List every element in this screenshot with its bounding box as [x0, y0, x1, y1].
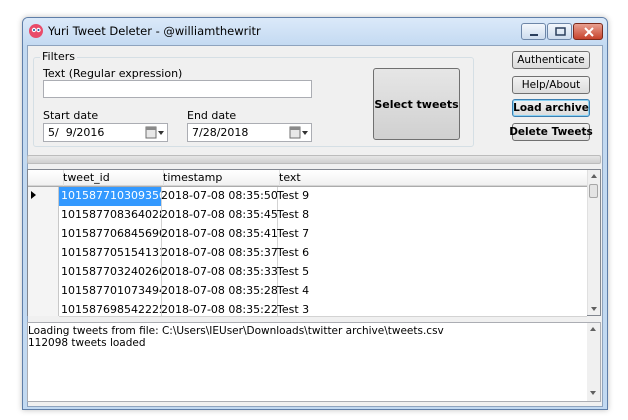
- column-header-tweet-id[interactable]: tweet_id: [59, 170, 164, 186]
- scroll-down-arrow-icon[interactable]: [590, 391, 596, 395]
- cell-tweet-id[interactable]: 1015877103093501952: [59, 187, 162, 206]
- cell-tweet-id[interactable]: 1015877051541311488: [59, 244, 162, 263]
- cell-timestamp[interactable]: 2018-07-08 08:35:28 +0000: [159, 282, 278, 301]
- table-row[interactable]: 1015877083640287232 2018-07-08 08:35:45 …: [59, 206, 587, 226]
- cell-tweet-id[interactable]: 1015877083640287232: [59, 206, 162, 225]
- app-bird-icon: [29, 24, 43, 38]
- start-date-label: Start date: [43, 109, 99, 122]
- text-filter-label: Text (Regular expression): [43, 67, 183, 80]
- current-row-arrow-icon: [31, 191, 36, 199]
- cell-tweet-id[interactable]: 1015876985422254080: [59, 301, 162, 316]
- text-regex-input[interactable]: [43, 80, 312, 98]
- minimize-icon: [530, 34, 538, 36]
- maximize-icon: [555, 27, 566, 36]
- close-button[interactable]: [573, 23, 603, 40]
- filters-group-label: Filters: [40, 50, 77, 63]
- scroll-up-arrow-icon[interactable]: [590, 327, 596, 331]
- end-date-value: 7/28/2018: [192, 126, 249, 139]
- table-row[interactable]: 1015877032402661377 2018-07-08 08:35:33 …: [59, 263, 587, 283]
- column-header-timestamp[interactable]: timestamp: [159, 170, 280, 186]
- cell-text[interactable]: Test 6: [275, 244, 589, 263]
- table-row[interactable]: 1015877010734944256 2018-07-08 08:35:28 …: [59, 282, 587, 302]
- log-vertical-scrollbar[interactable]: [587, 323, 600, 401]
- table-row[interactable]: 1015877068456906752 2018-07-08 08:35:41 …: [59, 225, 587, 245]
- progress-bar: [27, 155, 601, 164]
- cell-timestamp[interactable]: 2018-07-08 08:35:37 +0000: [159, 244, 278, 263]
- cell-text[interactable]: Test 5: [275, 263, 589, 282]
- load-archive-button[interactable]: Load archive: [512, 99, 590, 117]
- calendar-dropdown-icon[interactable]: [289, 126, 309, 139]
- table-row[interactable]: 1015876985422254080 2018-07-08 08:35:22 …: [59, 301, 587, 317]
- log-line: Loading tweets from file: C:\Users\IEUse…: [28, 325, 444, 337]
- authenticate-button[interactable]: Authenticate: [512, 51, 590, 69]
- cell-text[interactable]: Test 4: [275, 282, 589, 301]
- start-date-value: 5/ 9/2016: [48, 126, 105, 139]
- row-header-column: [28, 187, 59, 316]
- cell-timestamp[interactable]: 2018-07-08 08:35:33 +0000: [159, 263, 278, 282]
- help-about-button[interactable]: Help/About: [512, 76, 590, 94]
- cell-text[interactable]: Test 7: [275, 225, 589, 244]
- grid-scroll-thumb[interactable]: [589, 184, 598, 198]
- start-date-picker[interactable]: 5/ 9/2016: [43, 123, 168, 142]
- cell-timestamp[interactable]: 2018-07-08 08:35:41 +0000: [159, 225, 278, 244]
- cell-tweet-id[interactable]: 1015877032402661377: [59, 263, 162, 282]
- cell-timestamp[interactable]: 2018-07-08 08:35:22 +0000: [159, 301, 278, 316]
- scroll-up-arrow-icon[interactable]: [591, 174, 597, 178]
- select-tweets-button[interactable]: Select tweets: [373, 68, 460, 140]
- grid-header: tweet_id timestamp text: [28, 170, 587, 186]
- cell-text[interactable]: Test 9: [275, 187, 589, 206]
- calendar-dropdown-icon[interactable]: [145, 126, 165, 139]
- cell-timestamp[interactable]: 2018-07-08 08:35:45 +0000: [159, 206, 278, 225]
- delete-tweets-button[interactable]: Delete Tweets: [509, 123, 593, 141]
- table-row[interactable]: 1015877103093501952 2018-07-08 08:35:50 …: [59, 187, 587, 207]
- table-row[interactable]: 1015877051541311488 2018-07-08 08:35:37 …: [59, 244, 587, 264]
- minimize-button[interactable]: [521, 23, 546, 40]
- log-line: 112098 tweets loaded: [28, 337, 146, 349]
- window-title: Yuri Tweet Deleter - @williamthewritr: [48, 24, 261, 38]
- maximize-button[interactable]: [547, 23, 572, 40]
- close-icon: [584, 27, 594, 37]
- cell-timestamp[interactable]: 2018-07-08 08:35:50 +0000: [159, 187, 278, 206]
- cell-tweet-id[interactable]: 1015877068456906752: [59, 225, 162, 244]
- cell-text[interactable]: Test 8: [275, 206, 589, 225]
- end-date-picker[interactable]: 7/28/2018: [187, 123, 312, 142]
- end-date-label: End date: [187, 109, 237, 122]
- column-header-text[interactable]: text: [275, 170, 591, 186]
- scroll-down-arrow-icon[interactable]: [591, 307, 597, 311]
- cell-text[interactable]: Test 3: [275, 301, 587, 316]
- cell-tweet-id[interactable]: 1015877010734944256: [59, 282, 162, 301]
